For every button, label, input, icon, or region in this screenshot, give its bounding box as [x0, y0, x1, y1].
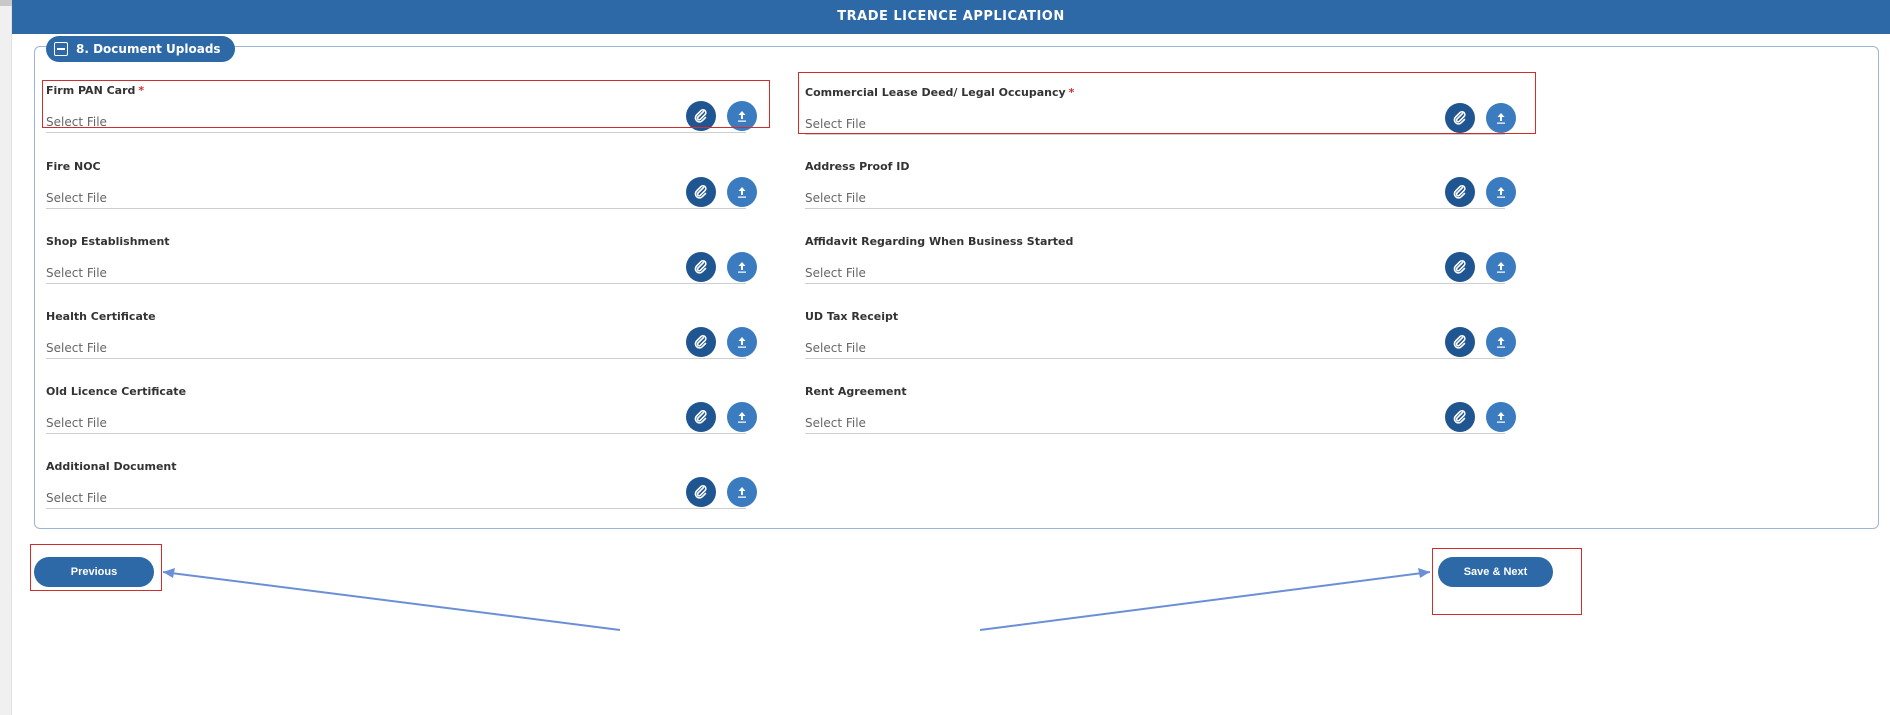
upload-icon[interactable] — [727, 177, 757, 207]
page-title: TRADE LICENCE APPLICATION — [12, 0, 1890, 34]
file-input[interactable]: Select File — [46, 337, 746, 359]
field-label: Fire NOC — [46, 160, 101, 173]
upload-icon[interactable] — [727, 252, 757, 282]
field-rent-agreement: Rent Agreement Select File — [805, 385, 1525, 435]
upload-icon[interactable] — [727, 327, 757, 357]
arrow-right-head — [1418, 568, 1430, 578]
upload-icon[interactable] — [727, 477, 757, 507]
file-input[interactable]: Select File — [805, 412, 1505, 434]
paperclip-icon[interactable] — [686, 252, 716, 282]
paperclip-icon[interactable] — [686, 177, 716, 207]
field-label: Additional Document — [46, 460, 177, 473]
field-affidavit-business-started: Affidavit Regarding When Business Starte… — [805, 235, 1525, 285]
field-fire-noc: Fire NOC Select File — [46, 160, 766, 210]
paperclip-icon[interactable] — [1445, 252, 1475, 282]
field-additional-document: Additional Document Select File — [46, 460, 766, 510]
section-header[interactable]: 8. Document Uploads — [46, 36, 235, 62]
file-input[interactable]: Select File — [805, 262, 1505, 284]
section-title: 8. Document Uploads — [76, 42, 221, 56]
paperclip-icon[interactable] — [686, 327, 716, 357]
upload-icon[interactable] — [1486, 327, 1516, 357]
file-input[interactable]: Select File — [805, 187, 1505, 209]
upload-icon[interactable] — [727, 402, 757, 432]
file-input[interactable]: Select File — [805, 337, 1505, 359]
file-input[interactable]: Select File — [46, 412, 746, 434]
file-input[interactable]: Select File — [46, 187, 746, 209]
left-strip — [0, 0, 12, 715]
field-address-proof-id: Address Proof ID Select File — [805, 160, 1525, 210]
field-label: Shop Establishment — [46, 235, 170, 248]
upload-icon[interactable] — [1486, 177, 1516, 207]
field-label: Health Certificate — [46, 310, 156, 323]
upload-icon[interactable] — [1486, 252, 1516, 282]
paperclip-icon[interactable] — [1445, 327, 1475, 357]
file-input[interactable]: Select File — [46, 487, 746, 509]
field-label: Address Proof ID — [805, 160, 910, 173]
field-health-certificate: Health Certificate Select File — [46, 310, 766, 360]
field-ud-tax-receipt: UD Tax Receipt Select File — [805, 310, 1525, 360]
field-old-licence-certificate: Old Licence Certificate Select File — [46, 385, 766, 435]
paperclip-icon[interactable] — [686, 402, 716, 432]
arrow-left-line — [162, 571, 621, 631]
arrow-left-head — [163, 568, 175, 578]
save-next-button[interactable]: Save & Next — [1438, 557, 1553, 587]
highlight-box-firm-pan — [42, 80, 770, 128]
field-shop-establishment: Shop Establishment Select File — [46, 235, 766, 285]
left-strip-mark — [0, 0, 12, 6]
field-label: Old Licence Certificate — [46, 385, 187, 398]
field-label: UD Tax Receipt — [805, 310, 899, 323]
paperclip-icon[interactable] — [1445, 402, 1475, 432]
paperclip-icon[interactable] — [1445, 177, 1475, 207]
highlight-box-lease-deed — [798, 72, 1536, 134]
paperclip-icon[interactable] — [686, 477, 716, 507]
previous-button[interactable]: Previous — [34, 557, 154, 587]
field-label: Rent Agreement — [805, 385, 907, 398]
file-input[interactable]: Select File — [46, 262, 746, 284]
field-label: Affidavit Regarding When Business Starte… — [805, 235, 1074, 248]
collapse-icon[interactable] — [54, 42, 68, 56]
arrow-right-line — [979, 571, 1431, 631]
upload-icon[interactable] — [1486, 402, 1516, 432]
